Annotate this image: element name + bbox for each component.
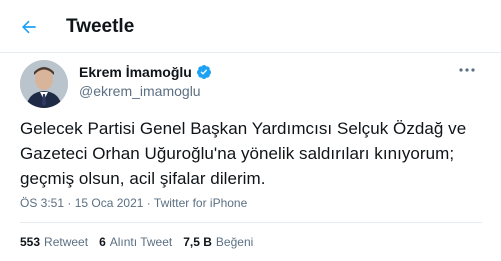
author-name[interactable]: Ekrem İmamoğlu — [79, 63, 192, 81]
page-title: Tweetle — [66, 16, 135, 37]
author-handle[interactable]: @ekrem_imamoglu — [79, 82, 201, 100]
arrow-left-icon — [22, 20, 36, 34]
more-options-button[interactable] — [454, 61, 480, 79]
more-horizontal-icon — [459, 68, 475, 72]
meta-separator: · — [146, 196, 154, 210]
back-button[interactable] — [14, 12, 44, 42]
tweet-time[interactable]: ÖS 3:51 — [20, 196, 64, 210]
tweet-text: Gelecek Partisi Genel Başkan Yardımcısı … — [20, 119, 467, 188]
verified-badge-icon — [196, 65, 211, 79]
tweet-date[interactable]: 15 Oca 2021 — [75, 196, 144, 210]
meta-separator: · — [67, 196, 75, 210]
retweets-label: Retweet — [44, 235, 89, 249]
tweet-meta: ÖS 3:51 · 15 Oca 2021 · Twitter for iPho… — [20, 195, 247, 211]
tweet-source[interactable]: Twitter for iPhone — [154, 196, 247, 210]
avatar[interactable] — [20, 60, 68, 108]
tweet-stats: 553 Retweet 6 Alıntı Tweet 7,5 B Beğeni — [20, 234, 264, 250]
quotes-count: 6 — [99, 235, 106, 249]
divider — [20, 222, 482, 223]
quotes-label: Alıntı Tweet — [109, 235, 173, 249]
likes-stat[interactable]: 7,5 B Beğeni — [183, 234, 253, 250]
top-bar: Tweetle — [0, 0, 501, 53]
avatar-image — [20, 60, 68, 108]
quotes-stat[interactable]: 6 Alıntı Tweet — [99, 234, 172, 250]
retweets-count: 553 — [20, 235, 41, 249]
likes-count: 7,5 B — [183, 235, 212, 249]
likes-label: Beğeni — [215, 235, 254, 249]
author-name-row: Ekrem İmamoğlu — [79, 63, 212, 81]
retweets-stat[interactable]: 553 Retweet — [20, 234, 88, 250]
